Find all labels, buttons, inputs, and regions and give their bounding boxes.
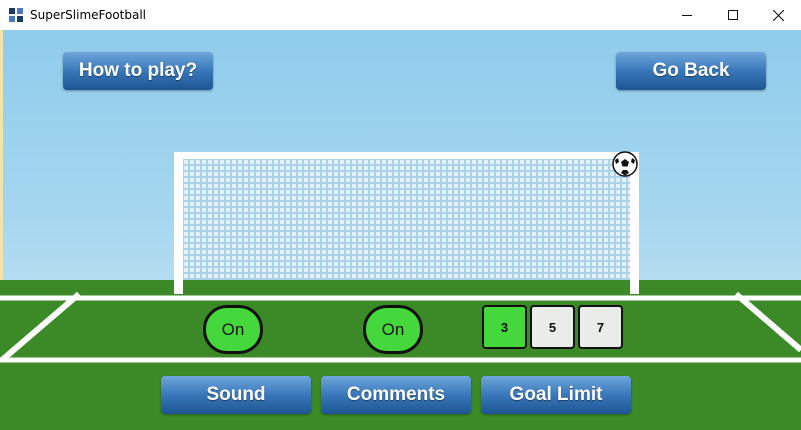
goal-limit-option-3[interactable]: 3	[482, 305, 527, 349]
soccer-ball-icon	[612, 151, 638, 177]
goal-net	[182, 158, 632, 280]
goal-crossbar	[174, 152, 639, 159]
comments-toggle[interactable]: On	[363, 305, 423, 354]
goal-limit-button[interactable]: Goal Limit	[481, 376, 631, 414]
window-title: SuperSlimeFootball	[30, 8, 147, 22]
maximize-button[interactable]	[710, 0, 756, 30]
goal-limit-option-7[interactable]: 7	[578, 305, 623, 349]
comments-button[interactable]: Comments	[321, 376, 471, 414]
game-window: SuperSlimeFootball How to play? Go Back …	[0, 0, 801, 430]
close-button[interactable]	[755, 0, 801, 30]
sound-toggle[interactable]: On	[203, 305, 263, 354]
box-line-right	[734, 291, 801, 353]
minimize-icon	[682, 15, 692, 16]
maximize-icon	[728, 10, 738, 20]
minimize-button[interactable]	[664, 0, 710, 30]
game-area: How to play? Go Back On On 3 5 7 Sound C…	[0, 30, 801, 430]
box-line-left	[0, 291, 81, 363]
goal-post-left	[174, 152, 183, 294]
goal-limit-option-5[interactable]: 5	[530, 305, 575, 349]
close-icon	[772, 9, 784, 21]
how-to-play-button[interactable]: How to play?	[63, 52, 213, 90]
sound-button[interactable]: Sound	[161, 376, 311, 414]
go-back-button[interactable]: Go Back	[616, 52, 766, 90]
app-logo-icon	[9, 8, 23, 22]
title-bar: SuperSlimeFootball	[0, 0, 801, 30]
